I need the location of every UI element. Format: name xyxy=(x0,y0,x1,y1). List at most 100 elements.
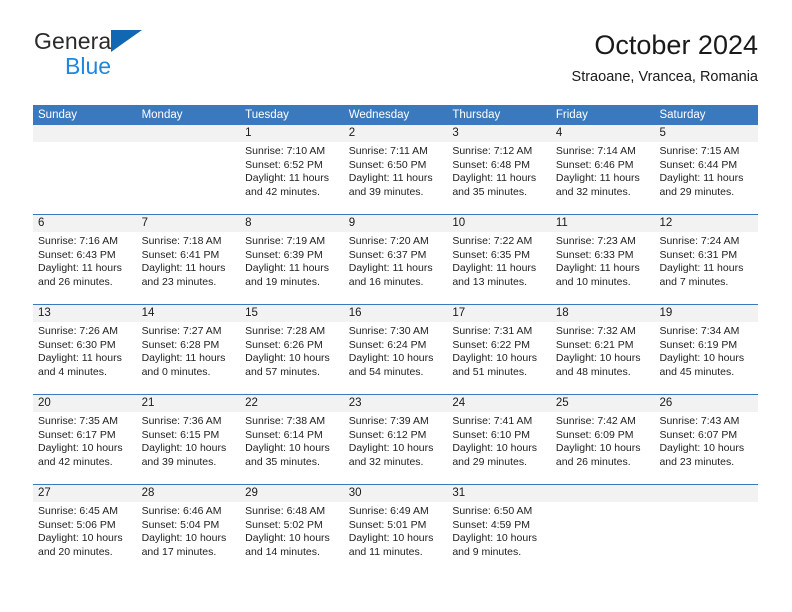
calendar-day-cell[interactable]: 18 Sunrise: 7:32 AM Sunset: 6:21 PM Dayligh… xyxy=(550,305,655,394)
daylight-duration-line1: Daylight: 11 hours xyxy=(452,262,537,275)
sunset-time: Sunset: 6:30 PM xyxy=(38,338,116,351)
day-details: Sunrise: 6:48 AM Sunset: 5:02 PM Daylight:… xyxy=(240,502,344,559)
daylight-duration-line2: and 11 minutes. xyxy=(348,545,423,558)
sunset-time: Sunset: 6:33 PM xyxy=(555,248,634,261)
calendar-day-cell[interactable]: 8 Sunrise: 7:19 AM Sunset: 6:39 PM Daylight… xyxy=(240,215,344,304)
calendar-day-cell[interactable]: 23 Sunrise: 7:39 AM Sunset: 6:12 PM Dayligh… xyxy=(343,395,448,484)
daylight-duration-line2: and 13 minutes. xyxy=(452,275,528,288)
calendar-day-cell[interactable]: 6 Sunrise: 7:16 AM Sunset: 6:43 PM Daylight… xyxy=(33,215,137,304)
calendar-day-cell[interactable]: 10 Sunrise: 7:22 AM Sunset: 6:35 PM Dayligh… xyxy=(447,215,551,304)
calendar-week-row: 1 Sunrise: 7:10 AM Sunset: 6:52 PM Daylight… xyxy=(33,125,759,214)
calendar-day-cell[interactable]: 22 Sunrise: 7:38 AM Sunset: 6:14 PM Dayligh… xyxy=(240,395,344,484)
calendar-day-cell[interactable]: 29 Sunrise: 6:48 AM Sunset: 5:02 PM Dayligh… xyxy=(240,485,344,574)
sunrise-time: Sunrise: 7:11 AM xyxy=(348,145,428,157)
calendar-page: General Blue October 2024 Straoane, Vran… xyxy=(0,0,792,612)
calendar-day-cell[interactable]: 27 Sunrise: 6:45 AM Sunset: 5:06 PM Dayligh… xyxy=(33,485,137,574)
weekday-header-thursday: Thursday xyxy=(452,109,501,121)
calendar-day-cell[interactable]: 20 Sunrise: 7:35 AM Sunset: 6:17 PM Dayligh… xyxy=(33,395,137,484)
day-details: Sunrise: 7:14 AM Sunset: 6:46 PM Daylight:… xyxy=(551,142,655,199)
daylight-duration-line1: Daylight: 11 hours xyxy=(348,172,433,185)
daylight-duration-line1: Daylight: 10 hours xyxy=(452,532,537,545)
sunrise-time: Sunrise: 6:45 AM xyxy=(38,505,118,517)
sunset-time: Sunset: 6:48 PM xyxy=(452,158,530,171)
calendar-day-cell[interactable]: 17 Sunrise: 7:31 AM Sunset: 6:22 PM Dayligh… xyxy=(447,305,551,394)
sunset-time: Sunset: 6:24 PM xyxy=(348,338,427,351)
calendar-day-cell[interactable]: 4 Sunrise: 7:14 AM Sunset: 6:46 PM Daylight… xyxy=(550,125,655,214)
daylight-duration-line2: and 39 minutes. xyxy=(348,185,424,198)
day-number xyxy=(136,125,241,142)
day-number: 6 xyxy=(33,215,137,232)
daylight-duration-line1: Daylight: 10 hours xyxy=(245,442,330,455)
daylight-duration-line1: Daylight: 10 hours xyxy=(659,352,745,365)
calendar-day-cell[interactable]: 12 Sunrise: 7:24 AM Sunset: 6:31 PM Dayligh… xyxy=(654,215,759,304)
daylight-duration-line2: and 0 minutes. xyxy=(141,365,211,378)
daylight-duration-line2: and 42 minutes. xyxy=(38,455,113,468)
sunset-time: Sunset: 6:39 PM xyxy=(245,248,323,261)
day-details: Sunrise: 7:27 AM Sunset: 6:28 PM Daylight:… xyxy=(137,322,241,379)
weekday-header-sunday: Sunday xyxy=(38,109,78,121)
calendar-day-cell[interactable]: 14 Sunrise: 7:27 AM Sunset: 6:28 PM Dayligh… xyxy=(136,305,241,394)
calendar-day-cell[interactable]: 31 Sunrise: 6:50 AM Sunset: 4:59 PM Dayligh… xyxy=(447,485,551,574)
calendar-day-cell[interactable]: 30 Sunrise: 6:49 AM Sunset: 5:01 PM Dayligh… xyxy=(343,485,448,574)
daylight-duration-line2: and 4 minutes. xyxy=(38,365,107,378)
daylight-duration-line1: Daylight: 11 hours xyxy=(555,262,640,275)
calendar-day-cell[interactable]: 26 Sunrise: 7:43 AM Sunset: 6:07 PM Dayligh… xyxy=(654,395,759,484)
daylight-duration-line2: and 39 minutes. xyxy=(141,455,217,468)
sunset-time: Sunset: 6:22 PM xyxy=(452,338,530,351)
day-details: Sunrise: 7:42 AM Sunset: 6:09 PM Daylight:… xyxy=(551,412,655,469)
title-block: October 2024 Straoane, Vrancea, Romania xyxy=(572,28,758,86)
sunrise-time: Sunrise: 7:38 AM xyxy=(245,415,326,427)
day-details: Sunrise: 7:28 AM Sunset: 6:26 PM Daylight:… xyxy=(240,322,344,379)
calendar-day-cell[interactable]: 1 Sunrise: 7:10 AM Sunset: 6:52 PM Daylight… xyxy=(240,125,344,214)
day-number xyxy=(654,485,759,502)
sunset-time: Sunset: 6:41 PM xyxy=(141,248,220,261)
calendar-day-cell[interactable]: 2 Sunrise: 7:11 AM Sunset: 6:50 PM Daylight… xyxy=(343,125,448,214)
daylight-duration-line1: Daylight: 10 hours xyxy=(38,442,123,455)
calendar-day-cell[interactable]: 3 Sunrise: 7:12 AM Sunset: 6:48 PM Daylight… xyxy=(447,125,551,214)
calendar-day-cell[interactable]: 21 Sunrise: 7:36 AM Sunset: 6:15 PM Dayligh… xyxy=(136,395,241,484)
daylight-duration-line2: and 19 minutes. xyxy=(245,275,320,288)
sunset-time: Sunset: 6:17 PM xyxy=(38,428,116,441)
sunset-time: Sunset: 6:10 PM xyxy=(452,428,530,441)
day-details: Sunrise: 7:10 AM Sunset: 6:52 PM Daylight:… xyxy=(240,142,344,199)
day-number: 12 xyxy=(654,215,759,232)
calendar-day-cell[interactable]: 25 Sunrise: 7:42 AM Sunset: 6:09 PM Dayligh… xyxy=(550,395,655,484)
calendar-day-cell[interactable]: 16 Sunrise: 7:30 AM Sunset: 6:24 PM Dayligh… xyxy=(343,305,448,394)
sunset-time: Sunset: 5:02 PM xyxy=(245,518,323,531)
sunrise-time: Sunrise: 7:14 AM xyxy=(555,145,636,157)
daylight-duration-line2: and 9 minutes. xyxy=(452,545,522,558)
day-number: 13 xyxy=(33,305,137,322)
sunset-time: Sunset: 5:01 PM xyxy=(348,518,427,531)
sunrise-time: Sunrise: 7:16 AM xyxy=(38,235,118,247)
day-details: Sunrise: 7:38 AM Sunset: 6:14 PM Daylight:… xyxy=(240,412,344,469)
sunrise-time: Sunrise: 7:15 AM xyxy=(659,145,740,157)
daylight-duration-line2: and 20 minutes. xyxy=(38,545,113,558)
calendar-day-cell[interactable]: 7 Sunrise: 7:18 AM Sunset: 6:41 PM Daylight… xyxy=(136,215,241,304)
calendar-week-row: 27 Sunrise: 6:45 AM Sunset: 5:06 PM Dayligh… xyxy=(33,484,759,574)
day-number: 20 xyxy=(33,395,137,412)
day-details: Sunrise: 6:49 AM Sunset: 5:01 PM Daylight:… xyxy=(344,502,448,559)
calendar-day-cell[interactable]: 13 Sunrise: 7:26 AM Sunset: 6:30 PM Dayligh… xyxy=(33,305,137,394)
day-details: Sunrise: 7:12 AM Sunset: 6:48 PM Daylight:… xyxy=(447,142,551,199)
calendar-day-cell[interactable]: 24 Sunrise: 7:41 AM Sunset: 6:10 PM Dayligh… xyxy=(447,395,551,484)
calendar-day-cell[interactable]: 9 Sunrise: 7:20 AM Sunset: 6:37 PM Daylight… xyxy=(343,215,448,304)
calendar-day-cell[interactable]: 5 Sunrise: 7:15 AM Sunset: 6:44 PM Daylight… xyxy=(654,125,759,214)
calendar-week-row: 13 Sunrise: 7:26 AM Sunset: 6:30 PM Dayligh… xyxy=(33,304,759,394)
sunrise-time: Sunrise: 7:27 AM xyxy=(141,325,222,337)
calendar-day-cell xyxy=(33,125,137,214)
calendar-day-cell[interactable]: 11 Sunrise: 7:23 AM Sunset: 6:33 PM Dayligh… xyxy=(550,215,655,304)
day-number: 24 xyxy=(447,395,551,412)
calendar-day-cell[interactable]: 28 Sunrise: 6:46 AM Sunset: 5:04 PM Dayligh… xyxy=(136,485,241,574)
daylight-duration-line1: Daylight: 11 hours xyxy=(245,262,330,275)
day-number: 14 xyxy=(136,305,241,322)
day-details: Sunrise: 7:11 AM Sunset: 6:50 PM Daylight:… xyxy=(344,142,448,199)
general-blue-logo[interactable]: General Blue xyxy=(34,28,294,88)
day-details: Sunrise: 7:39 AM Sunset: 6:12 PM Daylight:… xyxy=(344,412,448,469)
page-title: October 2024 xyxy=(594,30,758,60)
day-details: Sunrise: 7:30 AM Sunset: 6:24 PM Daylight:… xyxy=(344,322,448,379)
calendar-day-cell[interactable]: 19 Sunrise: 7:34 AM Sunset: 6:19 PM Dayligh… xyxy=(654,305,759,394)
daylight-duration-line2: and 51 minutes. xyxy=(452,365,528,378)
calendar-day-cell[interactable]: 15 Sunrise: 7:28 AM Sunset: 6:26 PM Dayligh… xyxy=(240,305,344,394)
day-number xyxy=(33,125,137,142)
page-header: General Blue October 2024 Straoane, Vran… xyxy=(34,28,758,100)
